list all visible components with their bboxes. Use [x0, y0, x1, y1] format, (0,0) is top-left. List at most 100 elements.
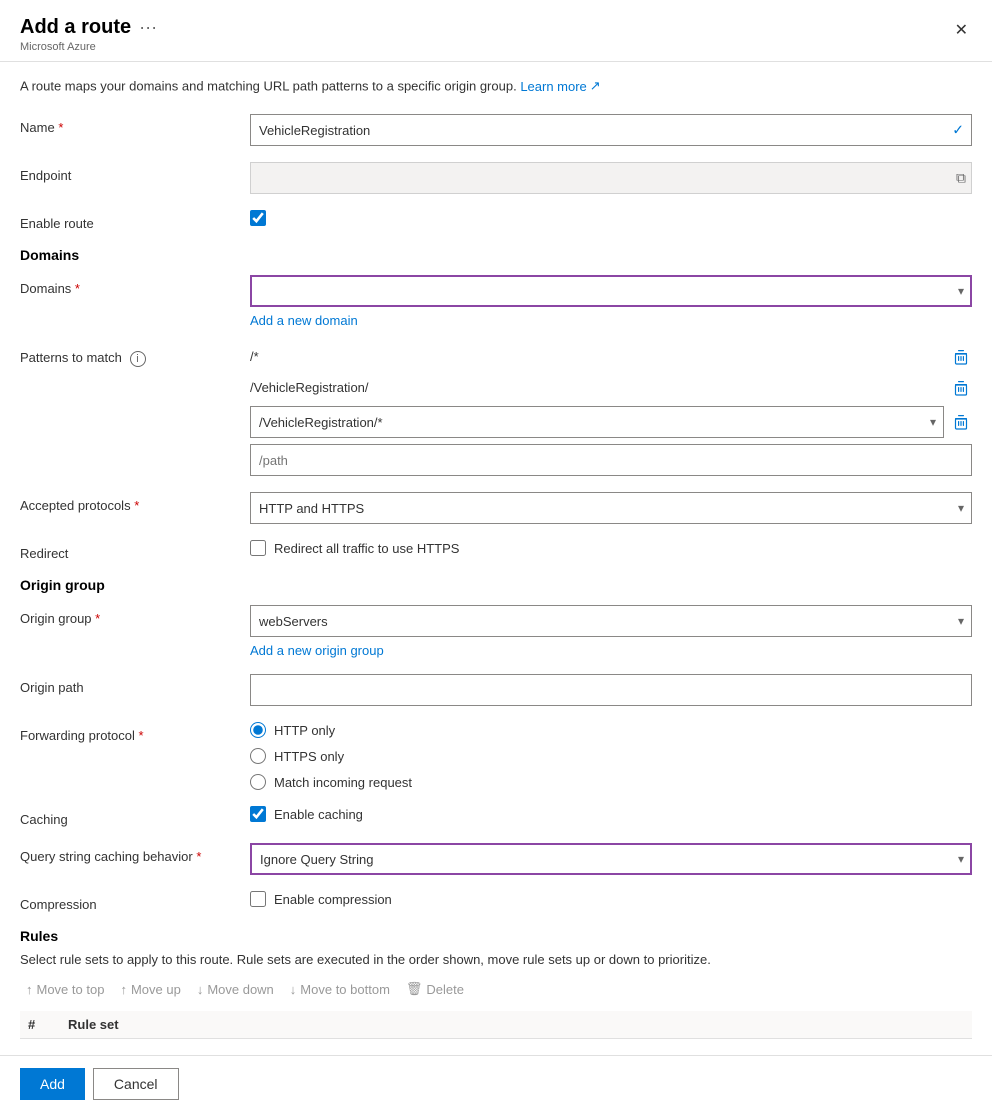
close-button[interactable]: ✕	[951, 16, 972, 44]
redirect-checkbox[interactable]	[250, 540, 266, 556]
rules-table: # Rule set	[20, 1011, 972, 1039]
move-top-button[interactable]: ↑ Move to top	[20, 978, 110, 1001]
compression-label: Compression	[20, 891, 250, 912]
add-route-dialog: Add a route ··· Microsoft Azure ✕ A rout…	[0, 0, 992, 1112]
endpoint-row: Endpoint ⧉	[20, 162, 972, 194]
add-button[interactable]: Add	[20, 1068, 85, 1100]
rules-table-header-row: # Rule set	[20, 1011, 972, 1039]
forwarding-protocol-label: Forwarding protocol *	[20, 722, 250, 743]
pattern-row-4	[250, 444, 972, 476]
add-domain-link[interactable]: Add a new domain	[250, 313, 358, 328]
accepted-protocols-row: Accepted protocols * HTTP and HTTPS HTTP…	[20, 492, 972, 524]
enable-route-row: Enable route	[20, 210, 972, 231]
rules-toolbar: ↑ Move to top ↑ Move up ↓ Move down ↓ Mo…	[20, 977, 972, 1001]
enable-route-checkbox[interactable]	[250, 210, 266, 226]
match-incoming-label: Match incoming request	[274, 775, 412, 790]
caching-label: Caching	[20, 806, 250, 827]
redirect-label: Redirect	[20, 540, 250, 561]
delete-rule-icon: 🗑	[406, 981, 423, 997]
origin-group-section-header: Origin group	[20, 577, 972, 593]
enable-route-label: Enable route	[20, 210, 250, 231]
http-only-row: HTTP only	[250, 722, 972, 738]
move-bottom-arrow-icon: ↓	[290, 982, 297, 997]
pattern-1-text: /*	[250, 344, 944, 369]
https-only-radio[interactable]	[250, 748, 266, 764]
origin-group-label: Origin group *	[20, 605, 250, 626]
enable-compression-checkbox[interactable]	[250, 891, 266, 907]
domains-select[interactable]	[250, 275, 972, 307]
copy-endpoint-button[interactable]: ⧉	[956, 170, 966, 187]
patterns-info-icon[interactable]: i	[130, 351, 146, 367]
name-row: Name * ✓	[20, 114, 972, 146]
cancel-button[interactable]: Cancel	[93, 1068, 179, 1100]
compression-row: Compression Enable compression	[20, 891, 972, 912]
rules-section: Rules Select rule sets to apply to this …	[20, 928, 972, 1039]
move-bottom-button[interactable]: ↓ Move to bottom	[284, 978, 396, 1001]
redirect-row: Redirect Redirect all traffic to use HTT…	[20, 540, 972, 561]
domains-section: Domains	[20, 247, 972, 263]
caching-checkbox-row: Enable caching	[250, 806, 972, 822]
dialog-title: Add a route	[20, 16, 131, 39]
compression-checkbox-row: Enable compression	[250, 891, 972, 907]
rules-section-header: Rules	[20, 928, 972, 944]
domains-row: Domains * ▾ Add a new domain	[20, 275, 972, 328]
delete-pattern-3-button[interactable]	[950, 412, 972, 432]
name-control-area: ✓	[250, 114, 972, 146]
dialog-header: Add a route ··· Microsoft Azure ✕	[0, 0, 992, 62]
domains-field-label: Domains *	[20, 275, 250, 296]
dialog-subtitle: Microsoft Azure	[20, 41, 157, 53]
info-text: A route maps your domains and matching U…	[20, 78, 972, 94]
origin-group-row: Origin group * webServers ▾ Add a new or…	[20, 605, 972, 658]
pattern-3-select[interactable]: /VehicleRegistration/*	[250, 406, 944, 438]
redirect-checkbox-row: Redirect all traffic to use HTTPS	[250, 540, 972, 556]
http-only-radio[interactable]	[250, 722, 266, 738]
qs-caching-select[interactable]: Ignore Query String Include Query String	[250, 843, 972, 875]
endpoint-input[interactable]	[250, 162, 972, 194]
delete-rule-button[interactable]: 🗑 Delete	[400, 977, 470, 1001]
forwarding-protocol-radio-group: HTTP only HTTPS only Match incoming requ…	[250, 722, 972, 790]
patterns-area: /* /VehicleRegistration/	[250, 344, 972, 476]
external-link-icon: ↗	[590, 78, 601, 94]
move-up-button[interactable]: ↑ Move up	[114, 978, 186, 1001]
enable-compression-label: Enable compression	[274, 892, 392, 907]
qs-caching-row: Query string caching behavior * Ignore Q…	[20, 843, 972, 875]
add-origin-group-link[interactable]: Add a new origin group	[250, 643, 384, 658]
origin-path-row: Origin path	[20, 674, 972, 706]
delete-pattern-2-button[interactable]	[950, 378, 972, 398]
move-up-arrow-icon: ↑	[120, 982, 127, 997]
rules-description: Select rule sets to apply to this route.…	[20, 952, 972, 967]
match-incoming-row: Match incoming request	[250, 774, 972, 790]
pattern-row-1: /*	[250, 344, 972, 369]
pattern-row-3: /VehicleRegistration/* ▾	[250, 406, 972, 438]
https-only-label: HTTPS only	[274, 749, 344, 764]
delete-pattern-1-button[interactable]	[950, 347, 972, 367]
rules-col-ruleset: Rule set	[60, 1011, 972, 1039]
move-down-arrow-icon: ↓	[197, 982, 204, 997]
accepted-protocols-select[interactable]: HTTP and HTTPS HTTP only HTTPS only	[250, 492, 972, 524]
endpoint-label: Endpoint	[20, 162, 250, 183]
origin-group-select[interactable]: webServers	[250, 605, 972, 637]
pattern-2-text: /VehicleRegistration/	[250, 375, 944, 400]
dialog-body: A route maps your domains and matching U…	[0, 62, 992, 1055]
more-options-icon[interactable]: ···	[139, 17, 157, 38]
enable-caching-checkbox[interactable]	[250, 806, 266, 822]
https-only-row: HTTPS only	[250, 748, 972, 764]
name-input[interactable]	[250, 114, 972, 146]
name-check-icon: ✓	[952, 122, 964, 139]
move-down-button[interactable]: ↓ Move down	[191, 978, 280, 1001]
http-only-label: HTTP only	[274, 723, 335, 738]
forwarding-protocol-row: Forwarding protocol * HTTP only HTTPS on…	[20, 722, 972, 790]
pattern-row-2: /VehicleRegistration/	[250, 375, 972, 400]
learn-more-link[interactable]: Learn more ↗	[520, 78, 600, 94]
enable-caching-label: Enable caching	[274, 807, 363, 822]
move-top-arrow-icon: ↑	[26, 982, 33, 997]
rules-col-number: #	[20, 1011, 60, 1039]
patterns-label: Patterns to match i	[20, 344, 250, 367]
pattern-4-input[interactable]	[250, 444, 972, 476]
dialog-footer: Add Cancel	[0, 1055, 992, 1112]
origin-path-label: Origin path	[20, 674, 250, 695]
qs-caching-label: Query string caching behavior *	[20, 843, 250, 864]
name-label: Name *	[20, 114, 250, 135]
origin-path-input[interactable]	[250, 674, 972, 706]
match-incoming-radio[interactable]	[250, 774, 266, 790]
